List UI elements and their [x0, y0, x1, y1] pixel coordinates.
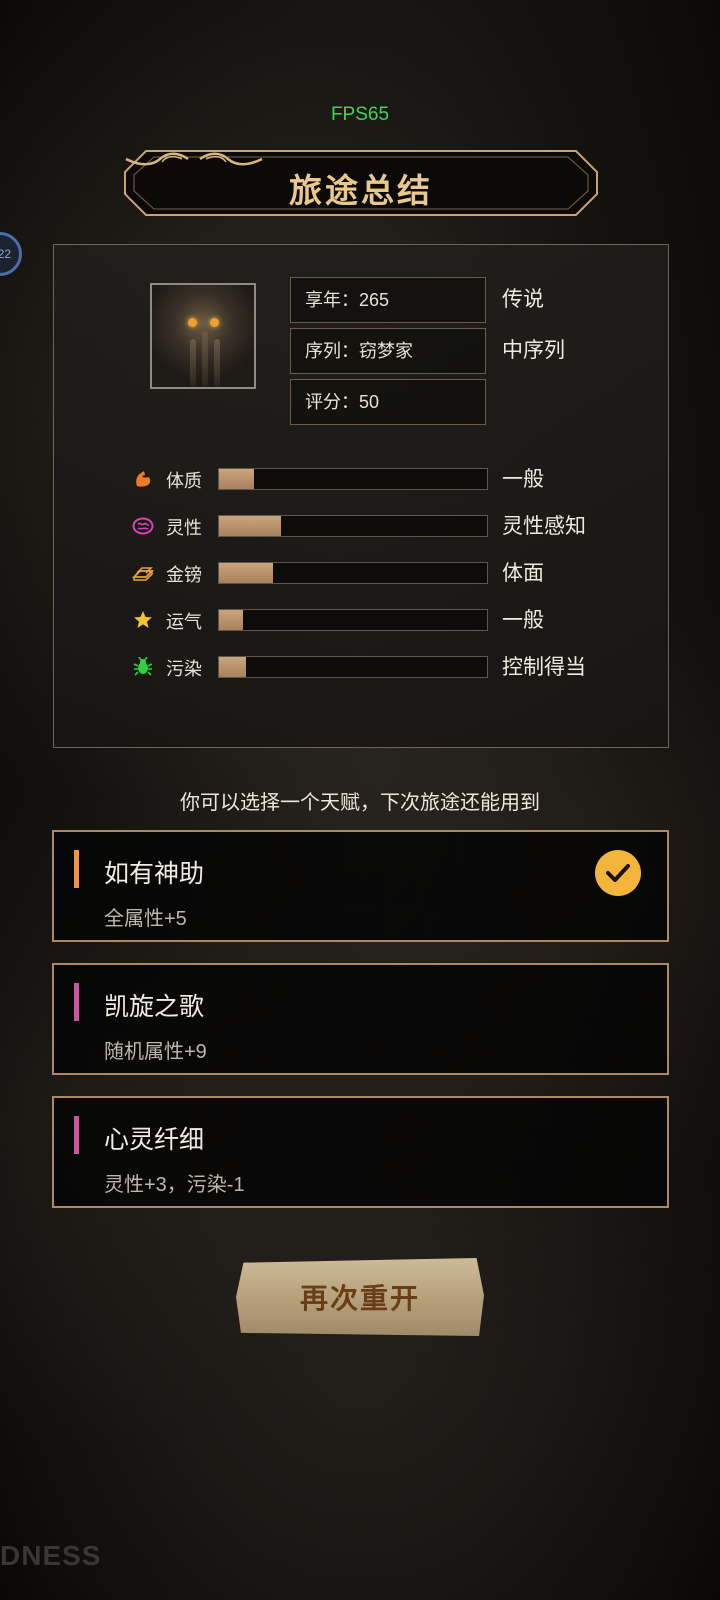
- flourish-right-icon: [125, 152, 189, 166]
- stat-bar: [218, 515, 488, 537]
- talent-card-2[interactable]: 凯旋之歌 随机属性+9: [52, 963, 669, 1075]
- stat-bar: [218, 562, 488, 584]
- talent-accent: [74, 983, 79, 1021]
- stat-row-pollution: 污染 控制得当: [132, 652, 652, 682]
- stat-bar: [218, 656, 488, 678]
- floating-badge[interactable]: 22: [0, 232, 22, 276]
- check-icon: [595, 850, 641, 896]
- stat-bar: [218, 609, 488, 631]
- stat-row-luck: 运气 一般: [132, 605, 652, 635]
- stat-row-gold: 金镑 体面: [132, 558, 652, 588]
- character-portrait: [150, 283, 256, 389]
- talent-description: 全属性+5: [104, 908, 187, 930]
- score-field: 评分：50: [290, 379, 486, 425]
- gold-bars-icon: [132, 562, 154, 584]
- talent-title: 如有神助: [104, 860, 205, 888]
- sequence-tag: 中序列: [502, 339, 565, 362]
- talent-description: 灵性+3，污染-1: [104, 1174, 245, 1196]
- age-tag: 传说: [502, 288, 544, 311]
- restart-button[interactable]: 再次重开: [236, 1258, 484, 1336]
- talent-card-1[interactable]: 如有神助 全属性+5: [52, 830, 669, 942]
- stat-row-spirituality: 灵性 灵性感知: [132, 511, 652, 541]
- summary-panel: 享年：265 传说 序列：窃梦家 中序列 评分：50 体质 一般 灵性 灵性感知…: [53, 244, 669, 748]
- talent-description: 随机属性+9: [104, 1041, 207, 1063]
- talent-accent: [74, 850, 79, 888]
- star-icon: [132, 609, 154, 631]
- brain-icon: [132, 515, 154, 537]
- page-title: 旅途总结: [289, 174, 433, 210]
- talent-accent: [74, 1116, 79, 1154]
- muscle-icon: [132, 468, 154, 490]
- talent-prompt: 你可以选择一个天赋，下次旅途还能用到: [180, 792, 540, 814]
- sequence-field: 序列：窃梦家: [290, 328, 486, 374]
- background-watermark: DNESS: [0, 1540, 102, 1571]
- stat-row-constitution: 体质 一般: [132, 464, 652, 494]
- talent-title: 凯旋之歌: [104, 993, 205, 1021]
- title-banner: 旅途总结: [124, 150, 598, 216]
- fps-counter: FPS65: [330, 104, 390, 125]
- age-field: 享年：265: [290, 277, 486, 323]
- talent-card-3[interactable]: 心灵纤细 灵性+3，污染-1: [52, 1096, 669, 1208]
- talent-title: 心灵纤细: [104, 1126, 205, 1154]
- bug-icon: [132, 656, 154, 678]
- stat-bar: [218, 468, 488, 490]
